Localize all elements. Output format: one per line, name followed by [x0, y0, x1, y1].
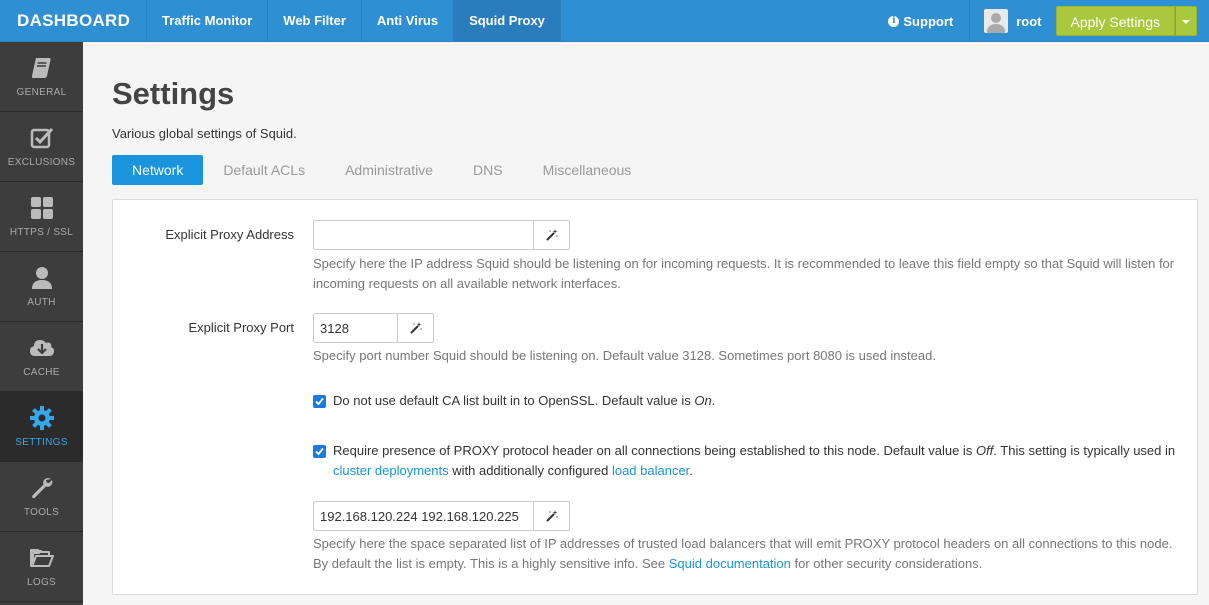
- sidebar-item-settings[interactable]: SETTINGS: [0, 392, 83, 462]
- proxy-port-label: Explicit Proxy Port: [188, 320, 294, 335]
- checkmark-icon: [315, 447, 324, 456]
- nav-tab-anti-virus[interactable]: Anti Virus: [362, 0, 455, 42]
- apply-settings-button[interactable]: Apply Settings: [1055, 6, 1175, 36]
- nav-tab-web-filter[interactable]: Web Filter: [268, 0, 362, 42]
- brand-logo[interactable]: DASHBOARD: [0, 0, 147, 42]
- proxy-address-reset-button[interactable]: [533, 220, 570, 250]
- proxy-address-input[interactable]: [313, 220, 533, 250]
- proxy-address-label: Explicit Proxy Address: [165, 227, 294, 242]
- info-icon: i: [888, 15, 900, 27]
- sidebar-item-label: CACHE: [23, 367, 60, 378]
- wrench-icon: [31, 478, 52, 499]
- sidebar-item-label: EXCLUSIONS: [7, 157, 76, 168]
- tab-administrative[interactable]: Administrative: [325, 155, 453, 185]
- top-nav-tabs: Traffic Monitor Web Filter Anti Virus Sq…: [147, 0, 561, 42]
- nav-tab-squid-proxy[interactable]: Squid Proxy: [454, 0, 561, 42]
- sidebar-item-label: AUTH: [27, 297, 56, 308]
- ca-list-text: Do not use default CA list built in to O…: [313, 391, 1183, 411]
- proxy-protocol-text-before: Require presence of PROXY protocol heade…: [333, 443, 976, 458]
- top-navbar: DASHBOARD Traffic Monitor Web Filter Ant…: [0, 0, 1209, 42]
- tab-dns[interactable]: DNS: [453, 155, 523, 185]
- sidebar-item-tools[interactable]: TOOLS: [0, 462, 83, 532]
- proxy-port-reset-button[interactable]: [397, 313, 434, 343]
- load-balancers-reset-button[interactable]: [533, 501, 570, 531]
- sidebar-item-logs[interactable]: LOGS: [0, 532, 83, 602]
- nav-tab-traffic-monitor[interactable]: Traffic Monitor: [147, 0, 269, 42]
- apply-dropdown-caret-icon[interactable]: [1175, 6, 1197, 36]
- checkbox-icon: [30, 127, 53, 149]
- load-balancers-input[interactable]: [313, 501, 533, 531]
- proxy-protocol-default-value: Off: [975, 443, 994, 458]
- sidebar-item-general[interactable]: GENERAL: [0, 42, 83, 112]
- user-menu[interactable]: root: [970, 0, 1055, 42]
- ca-list-text-after: .: [711, 393, 716, 408]
- sidebar-item-label: TOOLS: [23, 507, 60, 518]
- page-description: Various global settings of Squid.: [112, 126, 297, 141]
- cluster-deployments-link[interactable]: cluster deployments: [333, 463, 449, 478]
- avatar: [984, 9, 1009, 33]
- magic-wand-icon: [409, 322, 422, 334]
- network-settings-panel: Explicit Proxy Address Specify here the …: [112, 199, 1198, 595]
- ca-list-option: Do not use default CA list built in to O…: [313, 391, 1183, 411]
- gear-icon: [29, 406, 54, 430]
- support-link[interactable]: i Support: [888, 0, 971, 42]
- tab-miscellaneous[interactable]: Miscellaneous: [523, 155, 652, 185]
- magic-wand-icon: [545, 229, 558, 241]
- sidebar-item-label: GENERAL: [16, 87, 67, 98]
- sidebar-item-label: HTTPS / SSL: [9, 227, 74, 238]
- book-icon: [31, 58, 51, 78]
- sidebar-item-cache[interactable]: CACHE: [0, 322, 83, 392]
- folder-icon: [29, 549, 54, 567]
- sidebar-item-label: SETTINGS: [15, 437, 68, 448]
- load-balancers-help: Specify here the space separated list of…: [313, 534, 1183, 574]
- apply-settings-group: Apply Settings: [1055, 6, 1197, 36]
- proxy-protocol-option: Require presence of PROXY protocol heade…: [313, 441, 1183, 481]
- proxy-address-group: [313, 220, 570, 250]
- proxy-address-help: Specify here the IP address Squid should…: [313, 256, 1175, 291]
- load-balancers-group: [313, 501, 570, 531]
- tab-default-acls[interactable]: Default ACLs: [203, 155, 325, 185]
- magic-wand-icon: [545, 510, 558, 522]
- grid-icon: [30, 197, 53, 219]
- proxy-protocol-text-mid: . This setting is typically used in: [993, 443, 1176, 458]
- user-icon: [31, 267, 52, 289]
- ca-list-text-before: Do not use default CA list built in to O…: [333, 393, 695, 408]
- load-balancers-help-after: for other security considerations.: [790, 556, 983, 571]
- load-balancer-link[interactable]: load balancer: [612, 463, 689, 478]
- support-label: Support: [903, 13, 954, 29]
- proxy-protocol-checkbox[interactable]: [313, 445, 326, 458]
- ca-list-default-value: On: [694, 393, 712, 408]
- proxy-protocol-text-mid2: with additionally configured: [448, 463, 612, 478]
- proxy-protocol-text-after: .: [689, 463, 693, 478]
- settings-tabs: Network Default ACLs Administrative DNS …: [112, 155, 651, 185]
- sidebar-item-auth[interactable]: AUTH: [0, 252, 83, 322]
- nav-right: i Support root Apply Settings: [888, 0, 1209, 42]
- squid-documentation-link[interactable]: Squid documentation: [669, 556, 791, 571]
- proxy-port-help: Specify port number Squid should be list…: [313, 348, 936, 363]
- user-name: root: [1016, 13, 1042, 29]
- proxy-port-group: [313, 313, 434, 343]
- sidebar-item-https-ssl[interactable]: HTTPS / SSL: [0, 182, 83, 252]
- sidebar-item-exclusions[interactable]: EXCLUSIONS: [0, 112, 83, 182]
- sidebar-item-label: LOGS: [27, 577, 56, 588]
- page-title: Settings: [112, 76, 235, 111]
- main-content: Settings Various global settings of Squi…: [83, 42, 1209, 605]
- proxy-protocol-text: Require presence of PROXY protocol heade…: [313, 441, 1183, 481]
- proxy-port-input[interactable]: [313, 313, 397, 343]
- tab-network[interactable]: Network: [112, 155, 204, 185]
- ca-list-checkbox[interactable]: [313, 395, 326, 408]
- sidebar: GENERAL EXCLUSIONS HTTPS / SSL AUTH CACH…: [0, 42, 83, 605]
- checkmark-icon: [315, 397, 324, 406]
- cloud-download-icon: [29, 340, 54, 356]
